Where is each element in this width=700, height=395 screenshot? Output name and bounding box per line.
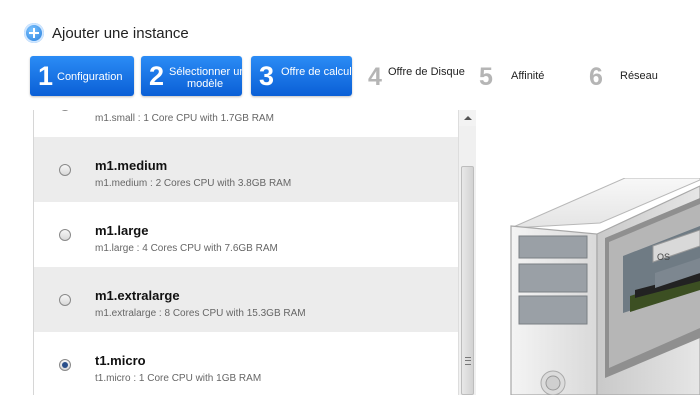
offering-name: m1.extralarge [95,288,180,303]
step-number: 5 [479,63,493,91]
list-item[interactable]: t1.micro t1.micro : 1 Core CPU with 1GB … [34,332,459,395]
offering-name: t1.micro [95,353,146,368]
step-label: Affinité [511,70,545,82]
step-number: 6 [589,63,603,91]
list-item[interactable]: m1.medium m1.medium : 2 Cores CPU with 3… [34,137,459,202]
offering-description: m1.small : 1 Core CPU with 1.7GB RAM [95,113,274,124]
step-configuration[interactable]: 1 Configuration [30,56,134,96]
offering-description: t1.micro : 1 Core CPU with 1GB RAM [95,373,262,384]
step-affinity[interactable]: 5 Affinité [479,56,569,96]
step-number: 3 [259,61,275,91]
list-item[interactable]: m1.small : 1 Core CPU with 1.7GB RAM [34,110,459,137]
offering-name: m1.large [95,223,149,238]
offering-description: m1.medium : 2 Cores CPU with 3.8GB RAM [95,178,292,189]
list-item[interactable]: m1.extralarge m1.extralarge : 8 Cores CP… [34,267,459,332]
server-illustration: OS [510,178,700,395]
step-number: 1 [38,61,54,91]
radio-button-selected[interactable] [59,359,71,371]
radio-button[interactable] [59,110,71,111]
step-number: 2 [149,61,165,91]
step-label: Configuration [57,71,123,83]
offering-list: m1.small : 1 Core CPU with 1.7GB RAM m1.… [33,110,459,395]
step-compute-offering[interactable]: 3 Offre de calcul [251,56,352,96]
step-label: Sélectionner un [169,66,242,78]
page-header: Ajouter une instance [24,22,189,44]
step-disk-offering[interactable]: 4 Offre de Disque [368,56,468,96]
step-number: 4 [368,63,382,91]
scrollbar-thumb[interactable] [461,166,474,395]
list-scrollbar[interactable] [458,110,476,395]
step-label: Offre de calcul [281,66,352,78]
radio-button[interactable] [59,294,71,306]
step-network[interactable]: 6 Réseau [589,56,679,96]
scroll-up-arrow-icon[interactable] [459,110,476,126]
step-label: Offre de Disque [388,66,465,78]
wizard-steps: 1 Configuration 2 Sélectionner un modèle… [30,56,690,96]
offering-description: m1.extralarge : 8 Cores CPU with 15.3GB … [95,308,306,319]
radio-button[interactable] [59,164,71,176]
offering-name: m1.medium [95,158,168,173]
step-select-template[interactable]: 2 Sélectionner un modèle [141,56,242,96]
list-item[interactable]: m1.large m1.large : 4 Cores CPU with 7.6… [34,202,459,267]
step-label-line2: modèle [187,78,224,90]
grip-icon [465,357,471,365]
plus-circle-icon[interactable] [24,23,44,43]
os-label: OS [657,252,670,262]
step-label: Réseau [620,70,658,82]
offering-description: m1.large : 4 Cores CPU with 7.6GB RAM [95,243,278,254]
page-title: Ajouter une instance [52,24,189,42]
radio-button[interactable] [59,229,71,241]
